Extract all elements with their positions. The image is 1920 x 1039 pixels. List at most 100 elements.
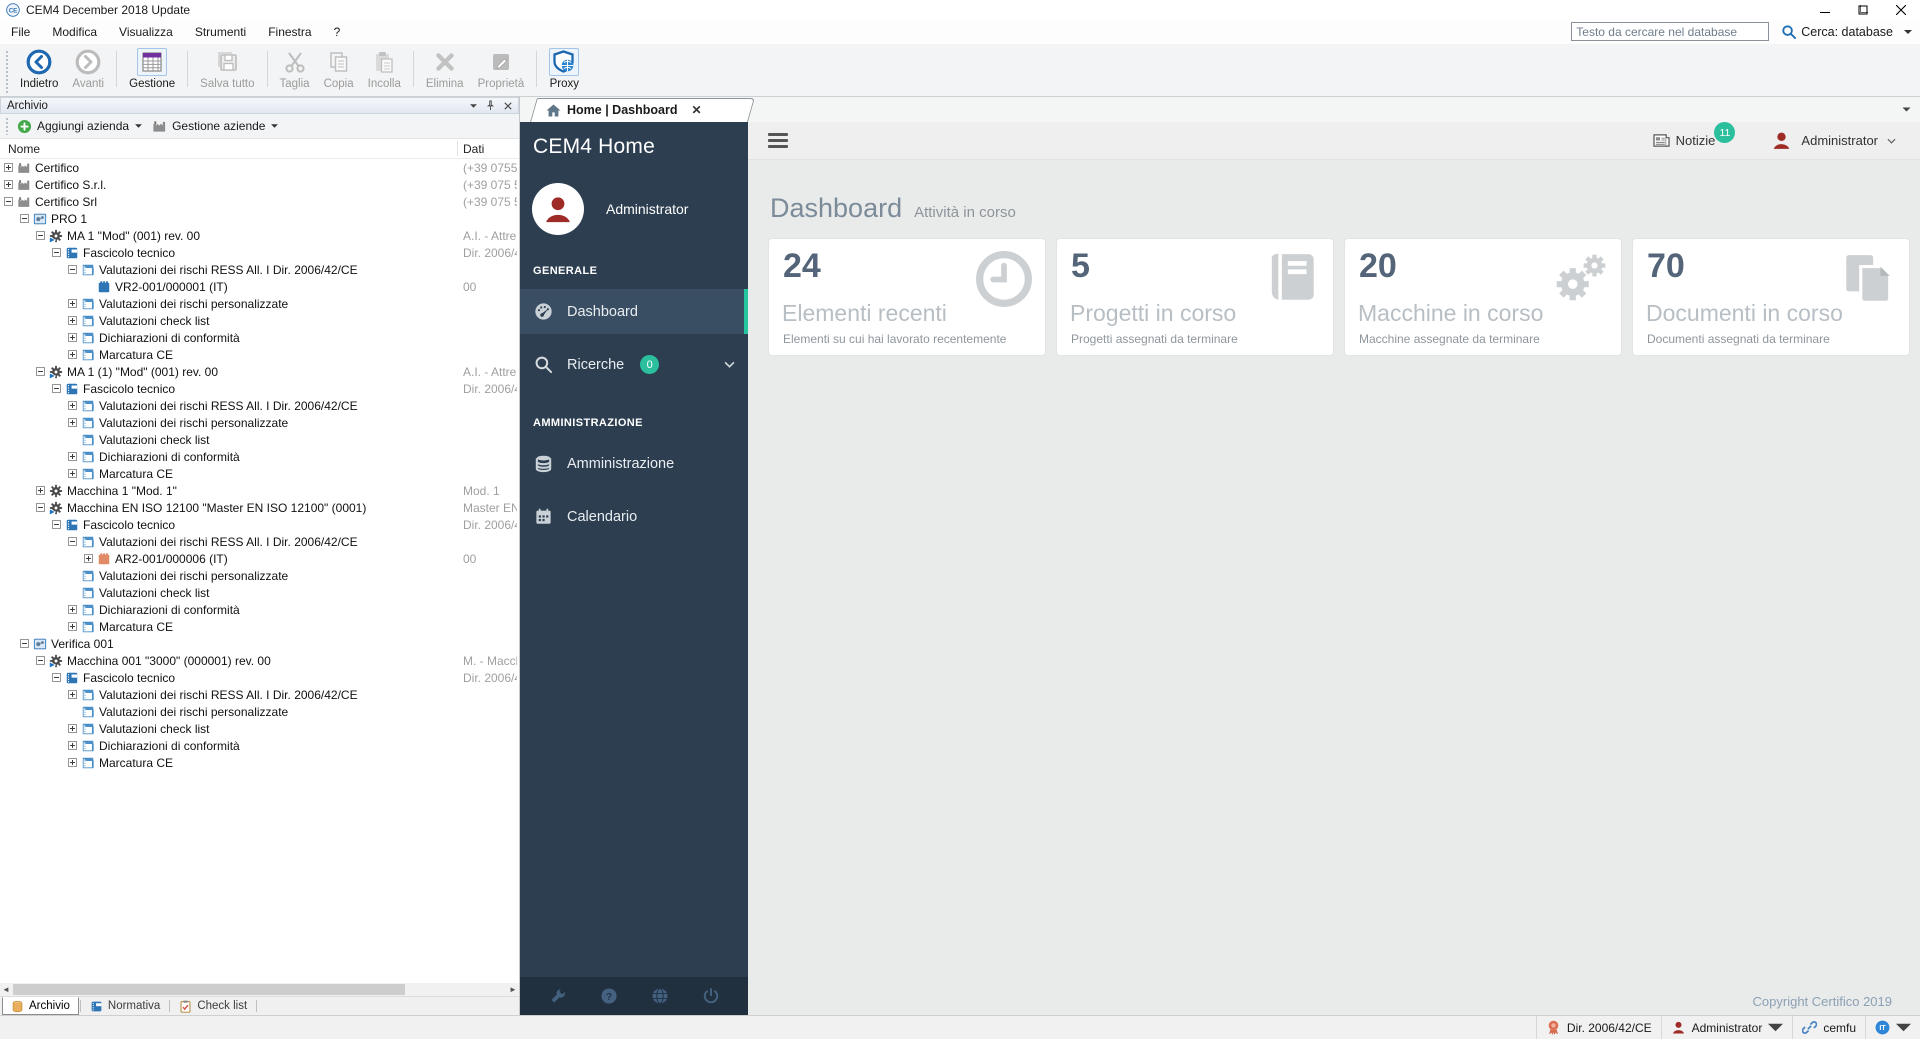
tree-expander-icon[interactable] bbox=[4, 197, 13, 206]
tree-row[interactable]: Valutazioni dei rischi RESS All. I Dir. … bbox=[0, 686, 519, 703]
minimize-button[interactable] bbox=[1806, 0, 1844, 20]
tree-row[interactable]: Macchina EN ISO 12100 "Master EN ISO 121… bbox=[0, 499, 519, 516]
archive-toolbar-grip[interactable] bbox=[5, 117, 10, 135]
scroll-right-icon[interactable]: ► bbox=[507, 983, 519, 996]
tree-row[interactable]: Valutazioni dei rischi RESS All. I Dir. … bbox=[0, 533, 519, 550]
tree-row[interactable]: Valutazioni dei rischi personalizzate bbox=[0, 703, 519, 720]
tree-expander-icon[interactable] bbox=[68, 690, 77, 699]
tree-row[interactable]: Valutazioni dei rischi personalizzate bbox=[0, 295, 519, 312]
menu-visualizza[interactable]: Visualizza bbox=[108, 21, 184, 43]
tree-expander-icon[interactable] bbox=[68, 622, 77, 631]
maximize-button[interactable] bbox=[1844, 0, 1882, 20]
dashboard-card-elementi-recenti[interactable]: 24 Elementi recenti Elementi su cui hai la… bbox=[768, 238, 1046, 356]
chevron-down-icon[interactable] bbox=[271, 123, 279, 129]
tree-row[interactable]: Valutazioni dei rischi RESS All. I Dir. … bbox=[0, 261, 519, 278]
tree-row[interactable]: Fascicolo tecnico Dir. 2006/4 bbox=[0, 516, 519, 533]
toolbar-gestione[interactable]: Gestione bbox=[122, 47, 182, 91]
tree-row[interactable]: AR2-001/000006 (IT) 00 bbox=[0, 550, 519, 567]
tree-expander-icon[interactable] bbox=[36, 231, 45, 240]
tree-row[interactable]: Valutazioni dei rischi personalizzate bbox=[0, 567, 519, 584]
tree-row[interactable]: PRO 1 bbox=[0, 210, 519, 227]
tree-row[interactable]: Valutazioni check list bbox=[0, 431, 519, 448]
news-button[interactable]: Notizie 11 bbox=[1653, 122, 1736, 148]
tree-expander-icon[interactable] bbox=[84, 554, 93, 563]
tree-row[interactable]: MA 1 (1) "Mod" (001) rev. 00 A.I. - Attre bbox=[0, 363, 519, 380]
tree-expander-icon[interactable] bbox=[68, 333, 77, 342]
toolbar-incolla[interactable]: Incolla bbox=[361, 47, 408, 91]
globe-icon[interactable] bbox=[651, 987, 669, 1005]
column-divider[interactable] bbox=[457, 141, 458, 156]
tree-expander-icon[interactable] bbox=[4, 163, 13, 172]
menu-strumenti[interactable]: Strumenti bbox=[184, 21, 257, 43]
menu-modifica[interactable]: Modifica bbox=[41, 21, 108, 43]
toolbar-indietro[interactable]: Indietro bbox=[13, 47, 65, 91]
statusbar-cemfu[interactable]: cemfu bbox=[1792, 1016, 1865, 1039]
toolbar-grip[interactable] bbox=[5, 50, 10, 93]
horizontal-scrollbar[interactable]: ◄ ► bbox=[0, 983, 519, 996]
sidebar-item-dashboard[interactable]: Dashboard bbox=[520, 289, 748, 334]
tree-expander-icon[interactable] bbox=[68, 265, 77, 274]
tree-expander-icon[interactable] bbox=[68, 605, 77, 614]
tree-expander-icon[interactable] bbox=[36, 656, 45, 665]
tree-expander-icon[interactable] bbox=[68, 401, 77, 410]
tree-row[interactable]: Dichiarazioni di conformità bbox=[0, 329, 519, 346]
sidebar-item-amministrazione[interactable]: Amministrazione bbox=[520, 441, 748, 486]
tree-row[interactable]: Marcatura CE bbox=[0, 754, 519, 771]
tree-row[interactable]: Valutazioni dei rischi RESS All. I Dir. … bbox=[0, 397, 519, 414]
panel-tab-archivio[interactable]: Archivio bbox=[2, 997, 79, 1015]
tree-row[interactable]: Valutazioni check list bbox=[0, 720, 519, 737]
tree-expander-icon[interactable] bbox=[52, 384, 61, 393]
tree-row[interactable]: Dichiarazioni di conformità bbox=[0, 601, 519, 618]
toolbar-propriet[interactable]: Proprietà bbox=[471, 47, 532, 91]
pin-icon[interactable] bbox=[486, 100, 495, 111]
wrench-icon[interactable] bbox=[549, 987, 567, 1005]
panel-tab-check-list[interactable]: Check list bbox=[171, 997, 255, 1015]
tree-expander-icon[interactable] bbox=[68, 350, 77, 359]
menu-item[interactable]: ? bbox=[323, 21, 352, 43]
menu-file[interactable]: File bbox=[0, 21, 41, 43]
tab-close-icon[interactable]: ✕ bbox=[691, 103, 701, 117]
dashboard-card-documenti-in-corso[interactable]: 70 Documenti in corso Documenti assegnati … bbox=[1632, 238, 1910, 356]
search-database-button[interactable]: Cerca: database bbox=[1781, 24, 1912, 39]
chevron-down-icon[interactable] bbox=[724, 361, 735, 368]
tree-row[interactable]: VR2-001/000001 (IT) 00 bbox=[0, 278, 519, 295]
tree-row[interactable]: Marcatura CE bbox=[0, 618, 519, 635]
user-menu[interactable]: Administrator bbox=[1771, 130, 1896, 151]
tree-row[interactable]: Certifico Srl (+39 075 59 bbox=[0, 193, 519, 210]
tree-expander-icon[interactable] bbox=[52, 673, 61, 682]
chevron-down-icon[interactable] bbox=[135, 123, 143, 129]
dashboard-card-macchine-in-corso[interactable]: 20 Macchine in corso Macchine assegnate da… bbox=[1344, 238, 1622, 356]
avatar[interactable] bbox=[532, 183, 584, 235]
dashboard-card-progetti-in-corso[interactable]: 5 Progetti in corso Progetti assegnati da … bbox=[1056, 238, 1334, 356]
tree-expander-icon[interactable] bbox=[52, 520, 61, 529]
tree-expander-icon[interactable] bbox=[68, 418, 77, 427]
close-panel-icon[interactable] bbox=[504, 101, 512, 110]
tree-expander-icon[interactable] bbox=[20, 639, 29, 648]
toolbar-taglia[interactable]: Taglia bbox=[273, 47, 317, 91]
aggiungi-azienda-button[interactable]: Aggiungi azienda bbox=[13, 117, 133, 136]
tree-expander-icon[interactable] bbox=[68, 469, 77, 478]
sidebar-item-calendario[interactable]: Calendario bbox=[520, 494, 748, 539]
tree-row[interactable]: Valutazioni dei rischi personalizzate bbox=[0, 414, 519, 431]
tree-row[interactable]: Fascicolo tecnico Dir. 2006/4 bbox=[0, 380, 519, 397]
tab-home-dashboard[interactable]: Home | Dashboard ✕ bbox=[530, 98, 755, 122]
tree-row[interactable]: Fascicolo tecnico Dir. 2006/4 bbox=[0, 244, 519, 261]
search-input[interactable] bbox=[1571, 22, 1770, 41]
tree-row[interactable]: Macchina 001 "3000" (000001) rev. 00 M. -… bbox=[0, 652, 519, 669]
toolbar-elimina[interactable]: Elimina bbox=[419, 47, 471, 91]
tree-expander-icon[interactable] bbox=[68, 758, 77, 767]
hamburger-menu-icon[interactable] bbox=[768, 133, 788, 148]
statusbar-it-circle[interactable]: IT bbox=[1865, 1016, 1920, 1039]
tree-row[interactable]: Valutazioni check list bbox=[0, 584, 519, 601]
tree-row[interactable]: Marcatura CE bbox=[0, 346, 519, 363]
toolbar-proxy[interactable]: Proxy bbox=[542, 47, 586, 91]
tree-row[interactable]: Valutazioni check list bbox=[0, 312, 519, 329]
tree-expander-icon[interactable] bbox=[68, 299, 77, 308]
tree-row[interactable]: Certifico (+39 07559 bbox=[0, 159, 519, 176]
tree-expander-icon[interactable] bbox=[36, 367, 45, 376]
statusbar-administrator[interactable]: Administrator bbox=[1660, 1016, 1793, 1039]
tab-list-dropdown-icon[interactable] bbox=[1902, 106, 1911, 113]
toolbar-avanti[interactable]: Avanti bbox=[65, 47, 111, 91]
tree-expander-icon[interactable] bbox=[68, 741, 77, 750]
tree-expander-icon[interactable] bbox=[68, 452, 77, 461]
